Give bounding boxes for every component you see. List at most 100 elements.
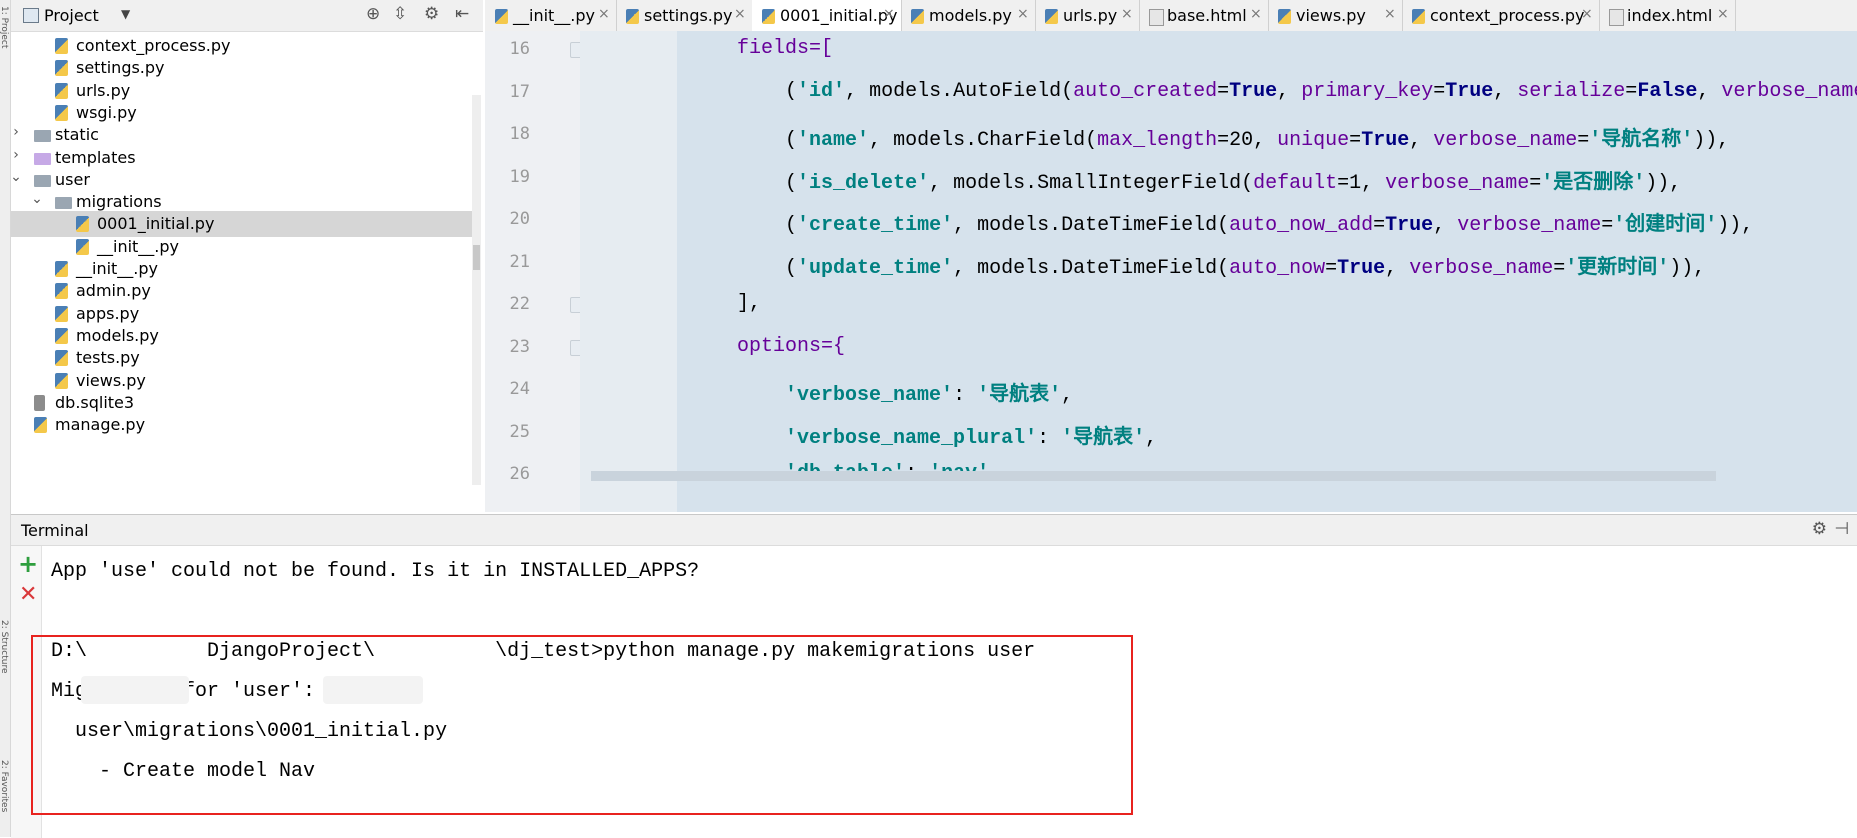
code-line[interactable]: ('update_time', models.DateTimeField(aut… — [593, 250, 1705, 280]
html-file-icon — [1149, 9, 1164, 26]
close-icon[interactable]: × — [598, 6, 610, 22]
python-file-icon — [55, 305, 68, 322]
folder-icon — [34, 130, 51, 143]
code-editor[interactable]: 16 17 18 19 20 21 22 23 24 25 26 fields=[ ('id', m… — [485, 31, 1857, 512]
terminal-title[interactable]: Terminal — [21, 521, 89, 540]
tree-item-label: context_process.py — [76, 36, 231, 55]
tab-settings-py[interactable]: settings.py × — [616, 0, 753, 31]
line-number: 24 — [509, 379, 530, 399]
folder-icon — [34, 152, 51, 165]
tab-label: base.html — [1167, 6, 1247, 25]
line-number: 18 — [509, 124, 530, 144]
left-tool-strip: 1: Project 2: Structure 2: Favorites — [0, 0, 11, 837]
chevron-right-icon[interactable]: › — [11, 147, 23, 163]
close-icon[interactable]: × — [1250, 6, 1262, 22]
line-number: 25 — [509, 421, 530, 442]
hide-icon[interactable]: ⊣ — [1834, 519, 1849, 539]
add-session-icon[interactable]: + — [18, 550, 38, 578]
python-file-icon — [55, 372, 68, 389]
line-number: 26 — [509, 464, 530, 484]
target-icon[interactable]: ⊕ — [366, 4, 380, 24]
python-file-icon — [55, 104, 68, 121]
tab-label: urls.py — [1063, 6, 1118, 25]
close-icon[interactable]: × — [1384, 6, 1396, 22]
tree-scrollbar[interactable] — [472, 95, 481, 485]
tree-item-label: apps.py — [76, 303, 140, 323]
python-file-icon — [55, 82, 68, 99]
favorites-tool-label[interactable]: 2: Favorites — [0, 760, 9, 812]
collapse-icon[interactable]: ⇳ — [393, 4, 407, 24]
tree-item-label: views.py — [76, 370, 146, 390]
gear-icon[interactable]: ⚙ — [1812, 519, 1827, 539]
python-file-icon — [55, 261, 68, 277]
tab-models-py[interactable]: models.py × — [901, 0, 1036, 31]
tab-label: index.html — [1627, 6, 1713, 25]
python-file-icon — [55, 60, 68, 77]
chevron-down-icon[interactable]: ▼ — [121, 7, 130, 21]
line-number: 20 — [509, 209, 530, 229]
python-file-icon — [55, 38, 68, 54]
line-number: 19 — [509, 166, 530, 187]
folder-icon — [55, 197, 72, 210]
tree-item-label: user — [55, 169, 90, 189]
tab-label: views.py — [1296, 6, 1366, 25]
database-file-icon — [34, 394, 45, 411]
python-file-icon — [76, 216, 89, 233]
chevron-right-icon[interactable]: › — [11, 124, 23, 140]
code-line[interactable]: ('name', models.CharField(max_length=20,… — [593, 122, 1729, 152]
project-tool-label[interactable]: 1: Project — [0, 6, 9, 48]
tree-item-label: wsgi.py — [76, 102, 137, 122]
python-file-icon — [55, 327, 68, 344]
code-line[interactable]: options={ — [593, 335, 845, 358]
tab-urls-py[interactable]: urls.py × — [1035, 0, 1140, 31]
line-number: 16 — [509, 39, 530, 59]
highlight-annotation-box — [31, 635, 1133, 815]
project-title[interactable]: Project — [44, 6, 99, 25]
tree-item[interactable]: manage.py — [11, 412, 481, 438]
tab-0001-initial-py[interactable]: 0001_initial.py × — [752, 0, 902, 31]
tab-index-html[interactable]: index.html × — [1599, 0, 1736, 31]
close-icon[interactable]: × — [1717, 6, 1729, 22]
project-panel: Project ▼ ⊕ ⇳ ⚙ ⇤ context_process.pysett… — [11, 0, 483, 512]
editor-horizontal-scrollbar[interactable] — [591, 471, 1716, 481]
code-line[interactable]: 'verbose_name': '导航表', — [593, 377, 1073, 407]
tab--init-py[interactable]: __init__.py × — [485, 0, 617, 31]
close-icon[interactable]: × — [1121, 6, 1133, 22]
tree-item-label: 0001_initial.py — [97, 214, 215, 234]
close-session-icon[interactable]: ✕ — [19, 582, 37, 607]
python-file-icon — [76, 238, 89, 255]
tree-item-label: tests.py — [76, 348, 140, 368]
python-file-icon — [495, 9, 508, 24]
tab-label: settings.py — [644, 6, 733, 25]
close-icon[interactable]: × — [1017, 6, 1029, 22]
code-line[interactable]: ('create_time', models.DateTimeField(aut… — [593, 207, 1753, 237]
tab-context-process-py[interactable]: context_process.py × — [1402, 0, 1600, 31]
tree-item-label: urls.py — [76, 80, 131, 100]
code-line[interactable]: 'verbose_name_plural': '导航表', — [593, 420, 1157, 450]
editor-tab-bar: __init__.py × settings.py × 0001_initial.py ×… — [485, 0, 1857, 32]
tree-item-label: __init__.py — [76, 259, 159, 278]
chevron-down-icon[interactable]: ⌄ — [11, 169, 23, 185]
code-line[interactable]: fields=[ — [593, 37, 833, 60]
tree-item-label: models.py — [76, 325, 159, 345]
structure-tool-label[interactable]: 2: Structure — [0, 620, 9, 674]
tree-item-label: admin.py — [76, 281, 151, 301]
tab-base-html[interactable]: base.html × — [1139, 0, 1269, 31]
tree-item-label: settings.py — [76, 58, 165, 78]
code-line[interactable]: ('is_delete', models.SmallIntegerField(d… — [593, 165, 1681, 195]
tree-item-label: manage.py — [55, 415, 146, 435]
tab-label: 0001_initial.py — [780, 6, 898, 25]
hide-panel-icon[interactable]: ⇤ — [455, 4, 469, 24]
close-icon[interactable]: × — [734, 6, 746, 22]
project-icon — [23, 8, 39, 23]
python-file-icon — [1045, 9, 1058, 24]
close-icon[interactable]: × — [1581, 6, 1593, 22]
code-line[interactable]: ('id', models.AutoField(auto_created=Tru… — [593, 80, 1857, 103]
line-number: 23 — [509, 336, 530, 357]
code-line[interactable]: ], — [593, 292, 761, 315]
chevron-down-icon[interactable]: ⌄ — [30, 191, 44, 207]
gear-icon[interactable]: ⚙ — [424, 4, 439, 24]
html-file-icon — [1609, 9, 1624, 26]
tab-views-py[interactable]: views.py × — [1268, 0, 1403, 31]
close-icon[interactable]: × — [883, 6, 895, 22]
